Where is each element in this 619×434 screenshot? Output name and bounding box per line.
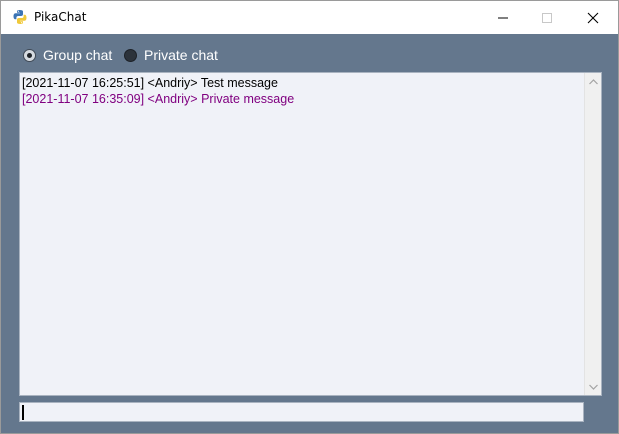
window-title: PikaChat — [34, 10, 87, 24]
message-list: [2021-11-07 16:25:51] <Andriy> Test mess… — [22, 75, 581, 107]
close-icon — [587, 12, 599, 23]
radio-unchecked-icon[interactable] — [124, 48, 137, 62]
private-chat-radio[interactable]: Private chat — [124, 47, 218, 63]
chat-scrollbar[interactable] — [584, 73, 601, 395]
chevron-down-icon — [588, 384, 598, 390]
message-group: [2021-11-07 16:25:51] <Andriy> Test mess… — [22, 76, 278, 90]
text-caret — [22, 405, 24, 420]
app-window: PikaChat Group chat Private chat [2021-1… — [0, 0, 619, 434]
group-chat-radio[interactable]: Group chat — [23, 47, 112, 63]
private-chat-label: Private chat — [144, 47, 218, 63]
group-chat-label: Group chat — [43, 47, 113, 63]
scroll-up-button[interactable] — [585, 73, 601, 90]
chat-log[interactable]: [2021-11-07 16:25:51] <Andriy> Test mess… — [19, 72, 602, 396]
message-private: [2021-11-07 16:35:09] <Andriy> Private m… — [22, 92, 295, 106]
message-input[interactable] — [19, 402, 584, 422]
minimize-button[interactable] — [480, 1, 526, 34]
chevron-up-icon — [588, 78, 598, 84]
close-button[interactable] — [570, 1, 616, 34]
maximize-icon — [542, 12, 552, 23]
maximize-button[interactable] — [524, 1, 570, 34]
scroll-down-button[interactable] — [585, 378, 601, 395]
chat-mode-selector: Group chat Private chat — [1, 35, 618, 71]
title-bar[interactable]: PikaChat — [1, 1, 618, 34]
python-icon — [12, 9, 28, 25]
radio-checked-icon[interactable] — [23, 48, 36, 62]
minimize-icon — [498, 17, 508, 18]
